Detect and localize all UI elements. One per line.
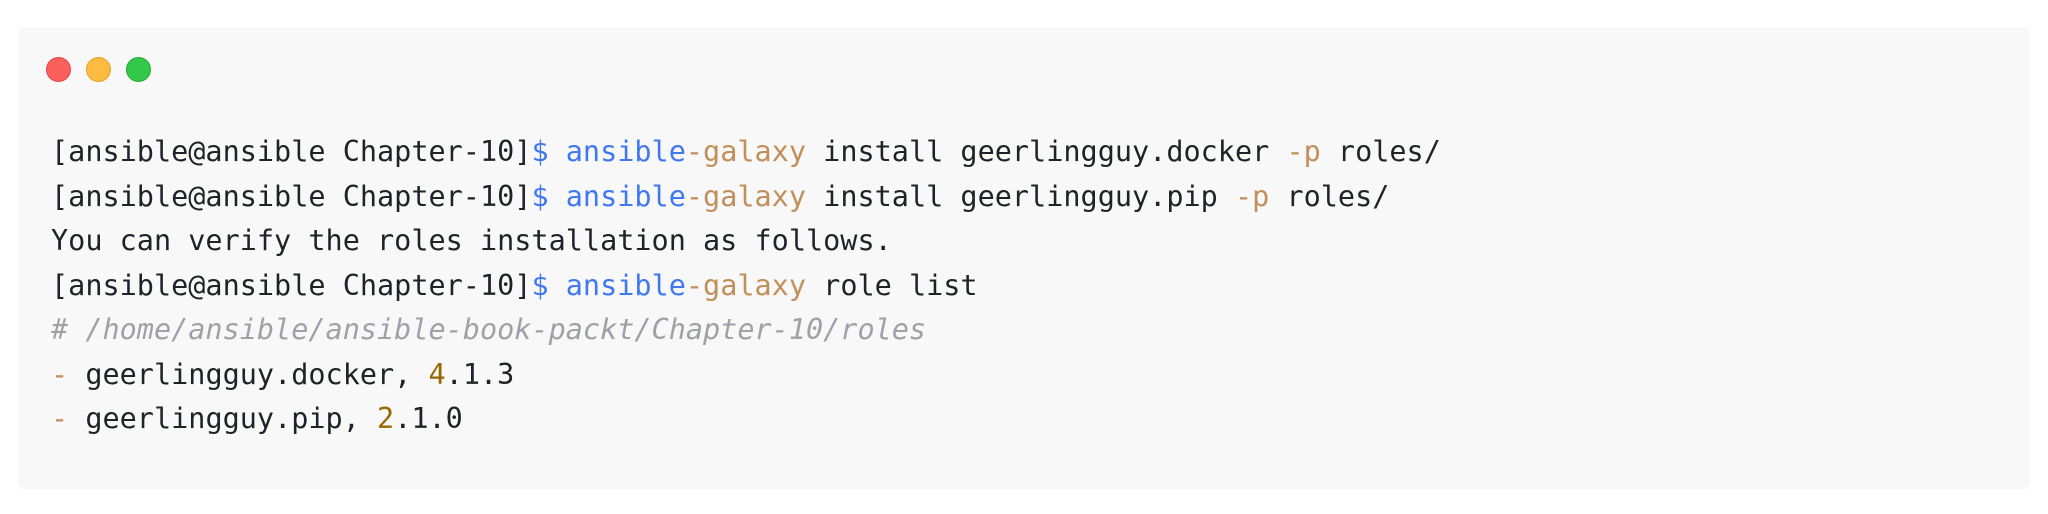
version-major: 4 [428, 357, 446, 391]
plain-text: You can verify the roles installation as… [51, 224, 892, 257]
code-line: # /home/ansible/ansible-book-packt/Chapt… [51, 308, 1441, 353]
command-flag: -p [1234, 179, 1270, 213]
code-line: [ansible@ansible Chapter-10]$ ansible-ga… [51, 130, 1441, 175]
code-line: You can verify the roles installation as… [51, 219, 1441, 264]
code-line: [ansible@ansible Chapter-10]$ ansible-ga… [51, 175, 1441, 220]
list-dash: - [51, 357, 69, 391]
command-args: install geerlingguy.pip [806, 179, 1235, 213]
role-name: geerlingguy.docker, [68, 357, 429, 391]
code-block: [ansible@ansible Chapter-10]$ ansible-ga… [51, 130, 1441, 442]
code-window: [ansible@ansible Chapter-10]$ ansible-ga… [18, 27, 2030, 489]
shell-prompt: [ansible@ansible Chapter-10] [51, 179, 532, 213]
maximize-dot-icon[interactable] [126, 57, 151, 82]
command-part-a: ansible [548, 135, 686, 168]
command-args-tail: roles/ [1269, 179, 1390, 213]
version-major: 2 [377, 402, 395, 435]
command-part-a: ansible [548, 268, 686, 302]
close-dot-icon[interactable] [46, 57, 71, 82]
shell-prompt: [ansible@ansible Chapter-10] [51, 268, 532, 302]
command-part-b: -galaxy [685, 135, 806, 168]
command-part-a: ansible [548, 179, 686, 213]
command-args: role list [806, 268, 978, 302]
command-args-tail: roles/ [1320, 135, 1441, 168]
command-part-b: -galaxy [685, 268, 806, 302]
code-line: - geerlingguy.pip, 2.1.0 [51, 397, 1441, 442]
prompt-dollar: $ [531, 135, 549, 168]
code-line: - geerlingguy.docker, 4.1.3 [51, 353, 1441, 398]
command-args: install geerlingguy.docker [806, 135, 1287, 168]
command-part-b: -galaxy [685, 179, 806, 213]
command-flag: -p [1286, 135, 1321, 168]
list-dash: - [51, 402, 69, 435]
version-rest: .1.0 [394, 402, 463, 435]
code-line: [ansible@ansible Chapter-10]$ ansible-ga… [51, 264, 1441, 309]
role-name: geerlingguy.pip, [68, 402, 378, 435]
shell-prompt: [ansible@ansible Chapter-10] [51, 135, 532, 168]
window-controls [46, 57, 151, 82]
version-rest: .1.3 [445, 357, 515, 391]
path-comment: # /home/ansible/ansible-book-packt/Chapt… [51, 313, 927, 346]
prompt-dollar: $ [531, 268, 549, 302]
minimize-dot-icon[interactable] [86, 57, 111, 82]
prompt-dollar: $ [531, 179, 549, 213]
